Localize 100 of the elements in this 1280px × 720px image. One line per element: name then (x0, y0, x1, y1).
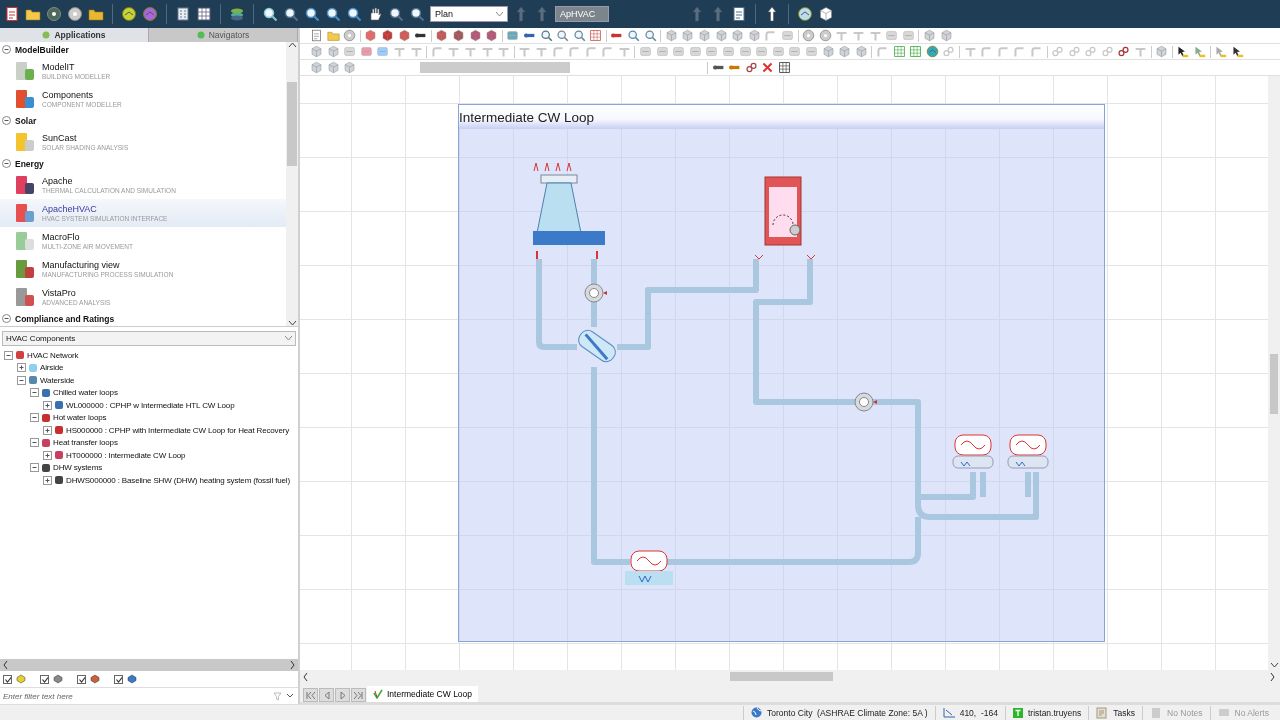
tree-item[interactable]: Airside (40, 363, 64, 373)
tree-toggle[interactable] (17, 363, 26, 373)
application-name: Manufacturing view (42, 260, 121, 270)
table-icon[interactable] (196, 6, 212, 22)
magnifier-icon[interactable] (346, 6, 362, 22)
tree-toggle[interactable] (43, 450, 52, 460)
magnifier-icon[interactable] (325, 6, 341, 22)
next-page-button[interactable] (335, 688, 350, 702)
elbow-icon[interactable] (875, 45, 889, 58)
tree-toggle[interactable] (43, 475, 52, 485)
tree-item[interactable]: Heat transfer loops (53, 438, 118, 448)
collapse-toggle[interactable] (2, 159, 11, 168)
tree-toggle[interactable] (30, 463, 39, 473)
first-page-button[interactable] (303, 688, 318, 702)
disc-icon[interactable] (46, 6, 62, 22)
elbow-icon[interactable] (584, 45, 598, 58)
tee-icon[interactable] (963, 45, 977, 58)
scroll-up-icon[interactable] (287, 42, 297, 48)
checkbox[interactable] (40, 674, 49, 684)
horizontal-scrollbar[interactable] (0, 659, 298, 671)
tree-toggle[interactable] (30, 413, 39, 423)
previous-page-button[interactable] (319, 688, 334, 702)
pointer-icon[interactable] (1230, 45, 1244, 58)
tree-toggle[interactable] (4, 350, 13, 360)
cross-icon[interactable] (761, 61, 775, 74)
collapse-toggle[interactable] (2, 314, 11, 323)
tree-item[interactable]: Chilled water loops (53, 388, 118, 398)
scroll-down-icon[interactable] (287, 320, 297, 326)
magnifier-icon[interactable] (262, 6, 278, 22)
tree-item[interactable]: DHW systems (53, 463, 102, 473)
view-dropdown[interactable]: Plan (430, 6, 508, 22)
scrollbar-thumb[interactable] (730, 672, 833, 681)
tree-toggle[interactable] (43, 425, 52, 435)
tree-toggle[interactable] (30, 388, 39, 398)
elbow-icon[interactable] (568, 45, 582, 58)
scroll-down-icon[interactable] (1269, 662, 1279, 668)
tree-toggle[interactable] (43, 400, 52, 410)
tree-item[interactable]: HVAC Network (27, 350, 79, 360)
stack-icon[interactable] (229, 6, 245, 22)
scroll-right-icon[interactable] (1270, 673, 1275, 681)
magnifier-icon[interactable] (388, 6, 404, 22)
sphere-icon[interactable] (121, 6, 137, 22)
checkbox[interactable] (114, 674, 123, 684)
combo-field[interactable] (419, 62, 570, 73)
cube-icon[interactable] (818, 6, 834, 22)
notes-icon (1150, 706, 1163, 719)
disc-icon[interactable] (67, 6, 83, 22)
building-icon[interactable] (175, 6, 191, 22)
panel-tab[interactable]: Navigators (149, 28, 298, 42)
tree-item[interactable]: DHWS000000 : Baseline SHW (DHW) heating system (fossil fuel) (66, 475, 290, 485)
link-icon[interactable] (744, 61, 758, 74)
collapse-toggle[interactable] (2, 116, 11, 125)
hand-icon[interactable] (367, 6, 383, 22)
scroll-left-icon[interactable] (303, 673, 308, 681)
scrollbar-thumb[interactable] (1270, 354, 1278, 414)
tree-item[interactable]: Hot water loops (53, 413, 107, 423)
tree-toggle[interactable] (30, 438, 39, 448)
tee-icon[interactable] (868, 29, 882, 42)
tree-item[interactable]: HS000000 : CPHP with Intermediate CW Loop for Heat Recovery (66, 425, 290, 435)
tee-icon[interactable] (835, 29, 849, 42)
component-dropdown[interactable]: HVAC Components (2, 331, 296, 346)
magnifier-icon[interactable] (409, 6, 425, 22)
document-icon[interactable] (4, 6, 20, 22)
tree-item[interactable]: WL000000 : CPHP w Intermediate HTL CW Loop (66, 400, 235, 410)
cube-icon[interactable] (451, 29, 465, 42)
checkbox[interactable] (77, 674, 86, 684)
sphere-icon[interactable] (797, 6, 813, 22)
page-tab[interactable]: Intermediate CW Loop (367, 686, 479, 702)
pointer-icon[interactable] (1176, 45, 1190, 58)
magnifier-icon[interactable] (283, 6, 299, 22)
table-icon[interactable] (777, 61, 791, 74)
tree-item[interactable]: HT000000 : Intermediate CW Loop (66, 450, 186, 460)
caret-icon[interactable] (285, 692, 295, 700)
scroll-left-icon[interactable] (3, 661, 8, 669)
cube-icon[interactable] (380, 29, 394, 42)
elbow-icon[interactable] (996, 45, 1010, 58)
tree-item[interactable]: Waterside (40, 375, 75, 385)
elbow-icon[interactable] (764, 29, 778, 42)
scrollbar-thumb[interactable] (287, 82, 297, 166)
sphere-icon[interactable] (925, 45, 939, 58)
link-icon[interactable] (1117, 45, 1131, 58)
collapse-toggle[interactable] (2, 45, 11, 54)
magnifier-icon[interactable] (539, 29, 553, 42)
elbow-icon[interactable] (1013, 45, 1027, 58)
last-page-button[interactable] (351, 688, 366, 702)
elbow-icon[interactable] (980, 45, 994, 58)
left-triangle-icon (323, 691, 330, 699)
panel-tab[interactable]: Applications (0, 28, 149, 42)
folder-icon[interactable] (88, 6, 104, 22)
folder-icon[interactable] (25, 6, 41, 22)
checkbox[interactable] (3, 674, 12, 684)
tee-icon[interactable] (851, 29, 865, 42)
elbow-icon[interactable] (1029, 45, 1043, 58)
status-button[interactable]: Tasks (1088, 705, 1143, 720)
check-icon (41, 674, 48, 684)
check-mark-icon (373, 689, 383, 699)
tree-toggle[interactable] (17, 375, 26, 385)
document-icon[interactable] (731, 6, 747, 22)
magnifier-icon[interactable] (304, 6, 320, 22)
scroll-right-icon[interactable] (290, 661, 295, 669)
